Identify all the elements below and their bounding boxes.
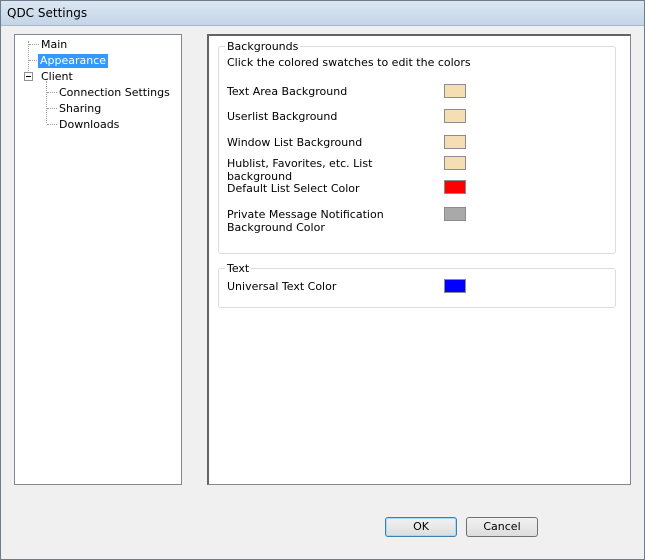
tree-connector [47,92,57,93]
cancel-button[interactable]: Cancel [466,517,538,537]
hublist-background-label: Hublist, Favorites, etc. List background [227,157,373,183]
tree-connector [28,41,29,75]
default-list-select-color-swatch[interactable] [444,180,466,194]
settings-tree[interactable]: Main Appearance Client Connection Settin… [14,34,182,485]
window-title: QDC Settings [7,6,88,20]
collapse-icon[interactable] [24,72,33,81]
tree-item-connection-settings[interactable]: Connection Settings [57,86,172,100]
tree-connector [47,124,57,125]
universal-text-color-swatch[interactable] [444,279,466,293]
hublist-background-swatch[interactable] [444,156,466,170]
tree-item-client[interactable]: Client [39,70,75,84]
backgrounds-group-title: Backgrounds [227,40,299,53]
text-group-title: Text [227,262,250,275]
userlist-background-swatch[interactable] [444,109,466,123]
ok-button[interactable]: OK [385,517,457,537]
tree-connector [47,108,57,109]
window-list-background-swatch[interactable] [444,135,466,149]
title-bar[interactable]: QDC Settings [1,1,644,26]
userlist-background-label: Userlist Background [227,110,338,123]
tree-item-sharing[interactable]: Sharing [57,102,103,116]
tree-connector [46,81,47,123]
tree-item-appearance[interactable]: Appearance [38,54,109,68]
tree-item-main[interactable]: Main [39,38,69,52]
universal-text-color-label: Universal Text Color [227,280,337,293]
settings-window: QDC Settings Main Appearance Client Conn… [0,0,645,560]
text-area-background-label: Text Area Background [227,85,348,98]
tree-item-downloads[interactable]: Downloads [57,118,121,132]
backgrounds-hint: Click the colored swatches to edit the c… [227,56,471,69]
window-list-background-label: Window List Background [227,136,363,149]
default-list-select-color-label: Default List Select Color [227,182,360,195]
private-message-background-swatch[interactable] [444,207,466,221]
settings-content-panel: Backgrounds Click the colored swatches t… [207,34,631,485]
tree-connector [29,44,39,45]
private-message-background-label: Private Message Notification Background … [227,208,384,234]
text-area-background-swatch[interactable] [444,84,466,98]
